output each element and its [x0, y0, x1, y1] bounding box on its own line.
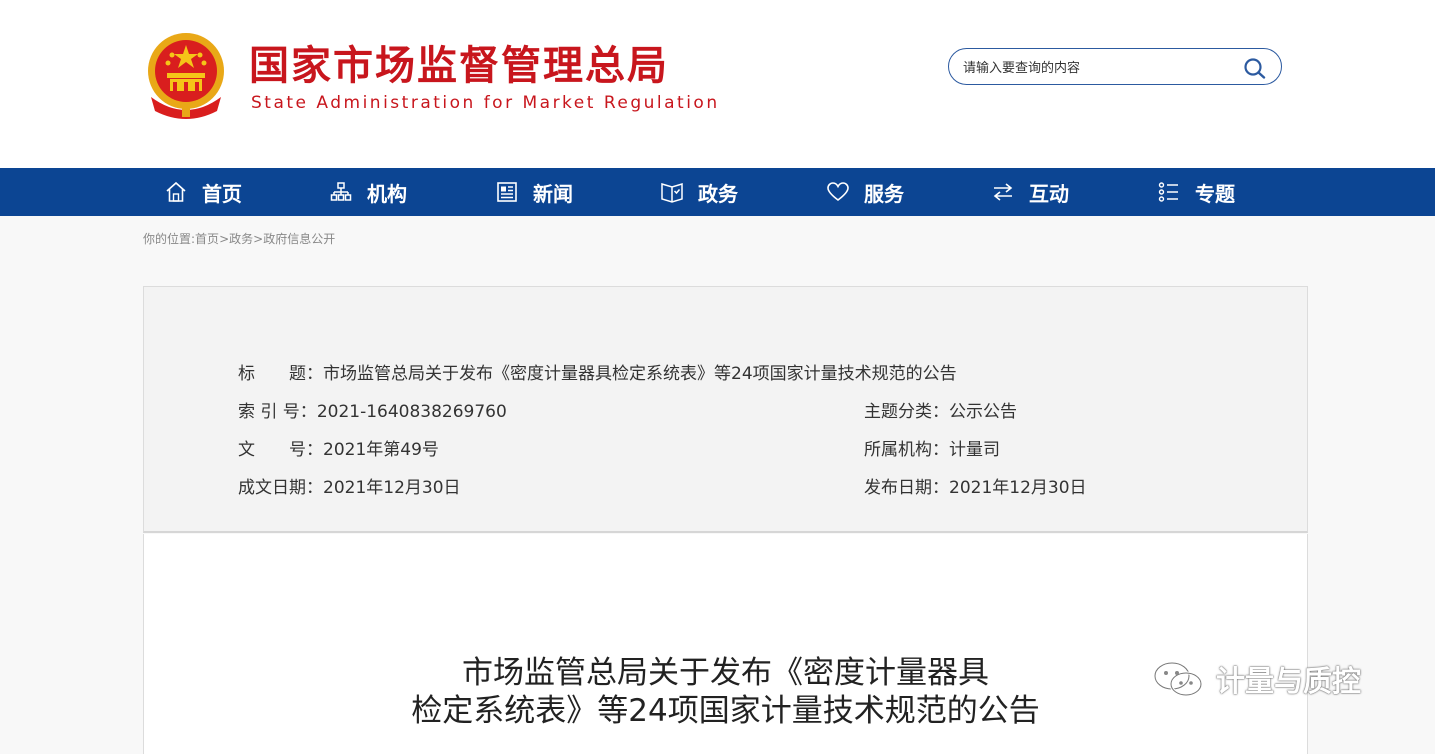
meta-created-value: 2021年12月30日: [323, 478, 461, 498]
meta-topic-value: 公示公告: [949, 402, 1017, 422]
document-metadata-panel: 标 题：市场监管总局关于发布《密度计量器具检定系统表》等24项国家计量技术规范的…: [143, 286, 1308, 533]
breadcrumb-separator: >: [219, 232, 230, 246]
meta-created-row: 成文日期：2021年12月30日: [238, 473, 461, 498]
meta-title-row: 标 题：市场监管总局关于发布《密度计量器具检定系统表》等24项国家计量技术规范的…: [238, 359, 957, 384]
meta-title-label: 标 题：: [238, 364, 323, 384]
document-title-line-1: 市场监管总局关于发布《密度计量器具: [462, 655, 989, 691]
nav-label: 首页: [202, 181, 242, 206]
watermark-text: 计量与质控: [1216, 664, 1362, 698]
meta-topic-label: 主题分类：: [864, 402, 949, 422]
meta-docno-row: 文 号：2021年第49号: [238, 435, 439, 460]
nav-item-org[interactable]: 机构: [329, 168, 407, 216]
meta-index-label: 索 引 号：: [238, 402, 317, 422]
site-header: 国家市场监督管理总局 State Administration for Mark…: [0, 0, 1435, 168]
site-title: 国家市场监督管理总局: [249, 43, 669, 89]
nav-label: 政务: [698, 181, 738, 206]
meta-created-label: 成文日期：: [238, 478, 323, 498]
meta-published-row: 发布日期：2021年12月30日: [864, 473, 1087, 498]
meta-published-value: 2021年12月30日: [949, 478, 1087, 498]
home-icon: [166, 181, 186, 202]
search-icon[interactable]: [1243, 57, 1267, 79]
nav-item-home[interactable]: 首页: [164, 168, 242, 216]
meta-topic-row: 主题分类：公示公告: [864, 397, 1017, 422]
wechat-watermark: 计量与质控: [1150, 658, 1361, 700]
meta-org-label: 所属机构：: [864, 440, 949, 460]
meta-org-value: 计量司: [949, 440, 1000, 460]
newspaper-icon: [497, 182, 517, 202]
breadcrumb-link-government[interactable]: 政务: [229, 232, 253, 246]
search-input[interactable]: [961, 55, 1235, 81]
breadcrumb-separator: >: [253, 232, 264, 246]
document-title: 市场监管总局关于发布《密度计量器具 检定系统表》等24项国家计量技术规范的公告: [143, 654, 1308, 730]
nav-item-interact[interactable]: 互动: [991, 168, 1069, 216]
swap-arrows-icon: [993, 183, 1013, 201]
nav-label: 机构: [367, 181, 407, 206]
breadcrumb-prefix: 你的位置:: [143, 232, 196, 246]
nav-item-government[interactable]: 政务: [660, 168, 738, 216]
meta-published-label: 发布日期：: [864, 478, 949, 498]
site-subtitle: State Administration for Market Regulati…: [251, 93, 720, 113]
main-nav: 首页 机构 新闻 政务 服务 互动 专题: [0, 168, 1435, 216]
list-icon: [1158, 182, 1178, 202]
meta-org-row: 所属机构：计量司: [864, 435, 1000, 460]
document-title-line-2: 检定系统表》等24项国家计量技术规范的公告: [411, 693, 1040, 729]
meta-index-value: 2021-1640838269760: [316, 402, 507, 422]
wechat-icon: [1153, 661, 1203, 697]
national-emblem-icon: [148, 33, 224, 119]
breadcrumb-link-home[interactable]: 首页: [195, 232, 219, 246]
nav-label: 服务: [864, 181, 904, 206]
nav-item-news[interactable]: 新闻: [495, 168, 573, 216]
meta-index-row: 索 引 号：2021-1640838269760: [238, 397, 507, 422]
heart-icon: [827, 182, 849, 202]
meta-title-value: 市场监管总局关于发布《密度计量器具检定系统表》等24项国家计量技术规范的公告: [323, 364, 957, 384]
nav-item-service[interactable]: 服务: [826, 168, 904, 216]
breadcrumb: 你的位置:首页>政务>政府信息公开: [143, 230, 335, 247]
search-box: [948, 48, 1282, 85]
open-book-icon: [661, 182, 683, 203]
org-chart-icon: [330, 182, 352, 201]
meta-docno-value: 2021年第49号: [323, 440, 439, 460]
nav-label: 互动: [1029, 181, 1069, 206]
meta-docno-label: 文 号：: [238, 440, 323, 460]
nav-label: 专题: [1195, 181, 1235, 206]
nav-item-topics[interactable]: 专题: [1157, 168, 1235, 216]
breadcrumb-link-info-disclosure[interactable]: 政府信息公开: [263, 232, 335, 246]
nav-label: 新闻: [533, 181, 573, 206]
